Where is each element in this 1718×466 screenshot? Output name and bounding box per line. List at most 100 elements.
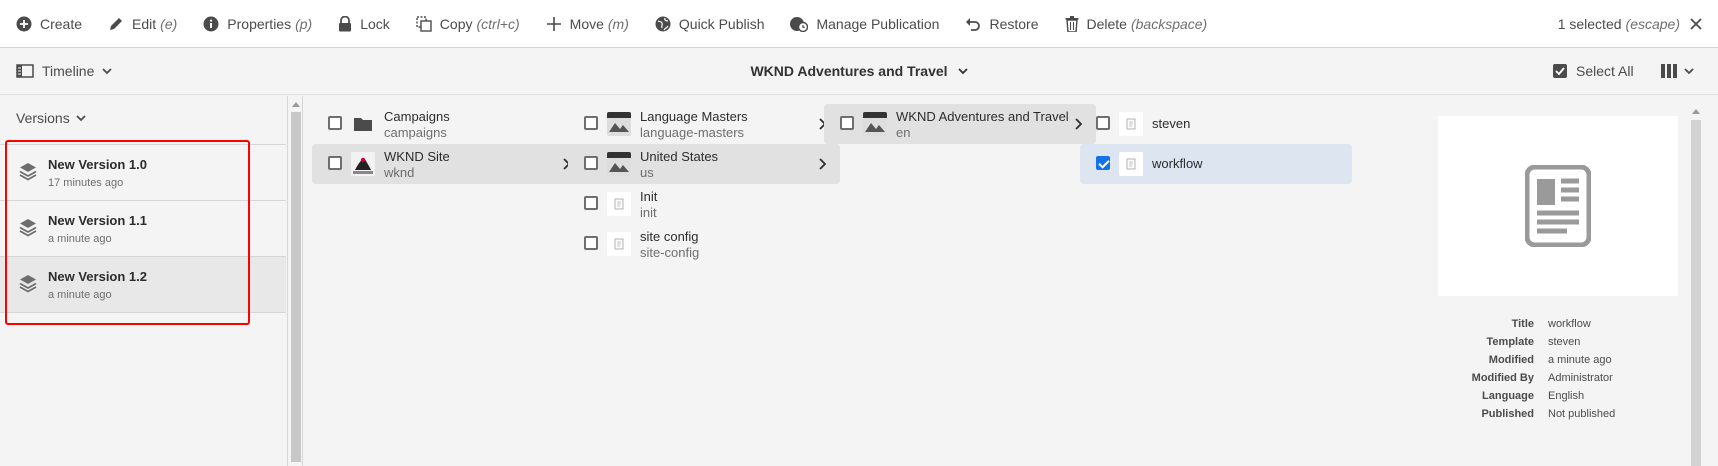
delete-label: Delete [1086, 15, 1127, 32]
item-checkbox[interactable] [328, 156, 342, 170]
version-item[interactable]: New Version 1.2 a minute ago [0, 257, 286, 313]
meta-value: a minute ago [1548, 354, 1612, 366]
item-title: WKND Site [384, 149, 450, 164]
manage-publication-label: Manage Publication [816, 15, 940, 32]
edit-shortcut: (e) [160, 15, 178, 32]
item-name: wknd [384, 165, 415, 180]
globe-icon [655, 16, 671, 32]
move-shortcut: (m) [607, 15, 629, 32]
item-checkbox[interactable] [328, 116, 342, 130]
select-all-button[interactable]: Select All [1552, 59, 1634, 83]
undo-icon [965, 16, 981, 32]
chevron-down-icon[interactable] [957, 67, 968, 75]
column: WKND Adventures and Travel en [816, 96, 1096, 466]
scroll-up-arrow[interactable] [292, 102, 300, 107]
column-item[interactable]: site config site-config [568, 224, 840, 264]
scroll-up-arrow[interactable] [1692, 109, 1700, 114]
edit-button[interactable]: Edit (e) [108, 16, 177, 32]
item-checkbox[interactable] [584, 116, 598, 130]
item-checkbox[interactable] [584, 156, 598, 170]
meta-row: Language English [1438, 390, 1688, 408]
action-bar: Create Edit (e) Properties (p) Lock Copy… [0, 0, 1718, 48]
meta-value: English [1548, 390, 1585, 402]
page-icon [1119, 112, 1143, 136]
meta-row: Modified By Administrator [1438, 372, 1688, 390]
column-item[interactable]: WKND Adventures and Travel en [824, 104, 1096, 144]
layers-icon [18, 161, 38, 181]
column-item[interactable]: steven [1080, 104, 1352, 144]
column-scrollbar[interactable] [1690, 96, 1702, 466]
version-name: New Version 1.1 [48, 213, 147, 228]
selection-info: 1 selected (escape) [1558, 0, 1702, 48]
item-checkbox[interactable] [584, 236, 598, 250]
page-icon [1119, 152, 1143, 176]
quick-publish-label: Quick Publish [678, 15, 765, 32]
meta-row: Modified a minute ago [1438, 354, 1688, 372]
versions-filter[interactable]: Versions [16, 110, 86, 126]
version-time: a minute ago [48, 289, 112, 301]
close-icon[interactable] [1690, 18, 1702, 30]
scrollbar-thumb[interactable] [291, 112, 301, 462]
version-item[interactable]: New Version 1.0 17 minutes ago [0, 145, 286, 201]
meta-value: workflow [1548, 318, 1591, 330]
item-name: language-masters [640, 125, 745, 140]
versions-label: Versions [16, 110, 70, 126]
version-list: New Version 1.0 17 minutes ago New Versi… [0, 144, 286, 313]
item-title: Init [640, 189, 658, 204]
column-item[interactable]: Campaigns campaigns [312, 104, 584, 144]
properties-label: Properties [227, 15, 292, 32]
column-item[interactable]: workflow [1080, 144, 1352, 184]
rail-scrollbar[interactable] [289, 96, 303, 466]
item-checkbox[interactable] [840, 116, 854, 130]
meta-key: Modified [1488, 354, 1534, 366]
item-title: workflow [1152, 156, 1203, 171]
selected-shortcut: (escape) [1625, 16, 1680, 32]
quick-publish-button[interactable]: Quick Publish [655, 15, 765, 32]
properties-panel: Title workflow Template steven Modified … [1438, 318, 1688, 426]
page-title: WKND Adventures and Travel [0, 59, 1718, 83]
copy-label: Copy [439, 15, 473, 32]
item-title: United States [640, 149, 719, 164]
item-name: en [896, 125, 911, 140]
meta-row: Title workflow [1438, 318, 1688, 336]
move-button[interactable]: Move (m) [546, 16, 629, 32]
version-time: a minute ago [48, 233, 112, 245]
column-item[interactable]: United States us [568, 144, 840, 184]
meta-key: Template [1486, 336, 1534, 348]
scrollbar-thumb[interactable] [1691, 120, 1701, 466]
manage-publication-button[interactable]: Manage Publication [790, 16, 939, 32]
column-item[interactable]: WKND Site wknd [312, 144, 584, 184]
item-checkbox-checked[interactable] [1096, 156, 1110, 170]
column-item[interactable]: Language Masters language-masters [568, 104, 840, 144]
restore-button[interactable]: Restore [965, 15, 1039, 32]
chevron-down-icon [1684, 67, 1694, 75]
globe-clock-icon [790, 16, 809, 32]
item-name: init [640, 205, 657, 220]
column-item[interactable]: Init init [568, 184, 840, 224]
layers-icon [18, 273, 38, 293]
meta-value: steven [1548, 336, 1581, 348]
create-label: Create [40, 15, 83, 32]
copy-button[interactable]: Copy (ctrl+c) [416, 16, 520, 32]
lock-button[interactable]: Lock [338, 15, 390, 32]
page-icon [607, 232, 631, 256]
create-button[interactable]: Create [16, 16, 82, 32]
item-title: site config [640, 229, 699, 244]
meta-key: Modified By [1471, 372, 1534, 384]
view-switcher[interactable] [1660, 59, 1694, 83]
version-item[interactable]: New Version 1.1 a minute ago [0, 201, 286, 257]
page-thumbnail [607, 112, 631, 136]
folder-icon [351, 112, 375, 136]
item-name: campaigns [384, 125, 447, 140]
delete-button[interactable]: Delete (backspace) [1065, 15, 1207, 32]
restore-label: Restore [989, 15, 1039, 32]
meta-value: Administrator [1548, 372, 1613, 384]
edit-label: Edit [132, 15, 157, 32]
trash-icon [1065, 15, 1079, 32]
preview-card [1438, 116, 1678, 296]
item-checkbox[interactable] [1096, 116, 1110, 130]
copy-icon [416, 15, 432, 32]
item-checkbox[interactable] [584, 196, 598, 210]
properties-button[interactable]: Properties (p) [203, 16, 312, 32]
lock-icon [338, 15, 352, 32]
